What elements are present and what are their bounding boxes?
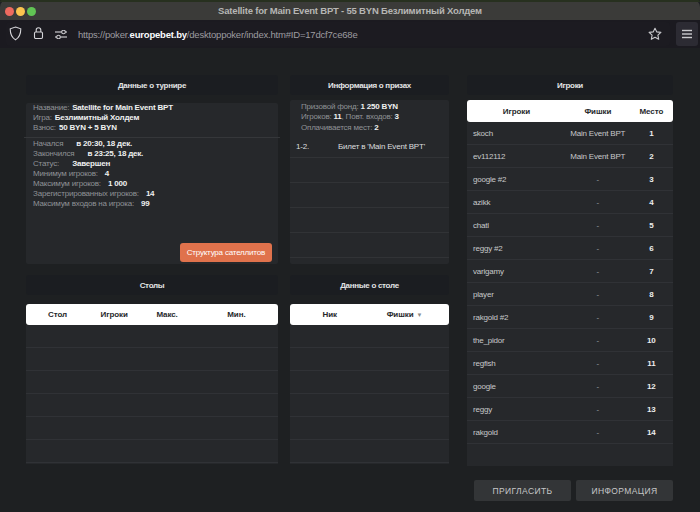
table-data-col-nick[interactable]: Ник bbox=[290, 310, 370, 319]
tournament-field: Максимум игроков:1 000 bbox=[33, 179, 271, 189]
tournament-panel-body: Название:Satellite for Main Event BPTИгр… bbox=[26, 103, 278, 264]
player-row[interactable]: reggy #2-6 bbox=[467, 237, 673, 260]
players-table-body: skochMain Event BPT1ev112112Main Event B… bbox=[467, 122, 673, 466]
empty-row bbox=[26, 325, 278, 348]
tournament-field: Название:Satellite for Main Event BPT bbox=[33, 103, 271, 113]
table-data-header: Ник Фишки▼ bbox=[290, 304, 449, 325]
table-data-panel-title: Данные о столе bbox=[290, 275, 449, 295]
tournament-field: Взнос:50 BYN + 5 BYN bbox=[33, 123, 271, 133]
prize-row[interactable] bbox=[290, 233, 449, 258]
prize-info-line: Оплачивается мест: 2 bbox=[301, 123, 438, 133]
browser-menu-button[interactable] bbox=[676, 22, 698, 46]
table-data-col-chips[interactable]: Фишки▼ bbox=[370, 310, 440, 319]
empty-row bbox=[290, 440, 449, 463]
prize-row[interactable]: 1-2.Билет в 'Main Event BPT' bbox=[290, 133, 449, 158]
tournament-field: Статус:Завершен bbox=[33, 159, 271, 169]
prize-info-line: Призовой фонд: 1 250 BYN bbox=[301, 102, 438, 112]
hamburger-menu-icon bbox=[681, 29, 693, 39]
tables-col-players[interactable]: Игроки bbox=[89, 310, 139, 319]
tournament-field: Закончилсяв 23:25, 18 дек. bbox=[33, 149, 271, 159]
prize-row[interactable] bbox=[290, 183, 449, 208]
permissions-sliders-icon[interactable] bbox=[54, 30, 68, 39]
tournament-field: Минимум игроков:4 bbox=[33, 169, 271, 179]
privacy-shield-icon[interactable] bbox=[9, 26, 22, 41]
tournament-field: Зарегистрированных игроков:14 bbox=[33, 189, 271, 199]
tables-panel-title: Столы bbox=[26, 275, 278, 295]
empty-row bbox=[290, 417, 449, 440]
prizes-panel-title: Информация о призах bbox=[290, 75, 449, 95]
player-row[interactable]: ev112112Main Event BPT2 bbox=[467, 145, 673, 168]
bookmark-star-icon[interactable] bbox=[648, 27, 662, 41]
tables-col-max[interactable]: Макс. bbox=[139, 310, 194, 319]
info-button[interactable]: ИНФОРМАЦИЯ bbox=[576, 480, 673, 501]
player-row[interactable]: player-8 bbox=[467, 283, 673, 306]
players-col-place[interactable]: Место bbox=[630, 107, 673, 116]
invite-button[interactable]: ПРИГЛАСИТЬ bbox=[474, 480, 571, 501]
lock-icon[interactable] bbox=[33, 26, 44, 40]
tournament-field: Максимум входов на игрока:99 bbox=[33, 199, 271, 209]
player-row[interactable]: google #2-3 bbox=[467, 168, 673, 191]
empty-row bbox=[26, 440, 278, 463]
players-col-players[interactable]: Игроки bbox=[467, 107, 566, 116]
players-panel-title: Игроки bbox=[467, 75, 673, 95]
prize-info-line: Игроков: 11, Повт. входов: 3 bbox=[301, 112, 438, 122]
browser-toolbar: https://poker.europebet.by/desktoppoker/… bbox=[0, 20, 700, 48]
window-titlebar: Satellite for Main Event BPT - 55 BYN Бе… bbox=[0, 0, 700, 20]
tournament-field: Началсяв 20:30, 18 дек. bbox=[33, 139, 271, 149]
player-row[interactable]: varigamy-7 bbox=[467, 260, 673, 283]
players-table-header: Игроки Фишки Место bbox=[467, 100, 673, 122]
player-row[interactable]: google-12 bbox=[467, 375, 673, 398]
empty-row bbox=[26, 348, 278, 371]
player-row[interactable]: skochMain Event BPT1 bbox=[467, 122, 673, 145]
player-row[interactable]: regfish-11 bbox=[467, 352, 673, 375]
desktop-edge bbox=[0, 0, 700, 2]
tables-table-header: Стол Игроки Макс. Мин. bbox=[26, 304, 278, 325]
window-title: Satellite for Main Event BPT - 55 BYN Бе… bbox=[0, 0, 700, 20]
sort-descending-icon: ▼ bbox=[416, 312, 422, 318]
tables-col-table[interactable]: Стол bbox=[26, 310, 89, 319]
empty-row bbox=[290, 371, 449, 394]
player-row[interactable]: azikk-4 bbox=[467, 191, 673, 214]
empty-row bbox=[290, 325, 449, 348]
player-row[interactable]: reggy-13 bbox=[467, 398, 673, 421]
player-row[interactable]: chatl-5 bbox=[467, 214, 673, 237]
player-row[interactable]: the_pidor-10 bbox=[467, 329, 673, 352]
player-row[interactable]: rakgold #2-9 bbox=[467, 306, 673, 329]
prizes-panel-body: Призовой фонд: 1 250 BYNИгроков: 11, Пов… bbox=[290, 100, 449, 264]
tournament-panel-title: Данные о турнире bbox=[26, 75, 278, 95]
prize-row[interactable] bbox=[290, 158, 449, 183]
tables-table-body bbox=[26, 325, 278, 464]
divider bbox=[24, 137, 280, 138]
empty-row bbox=[290, 348, 449, 371]
tournament-field: Игра:Безлимитный Холдем bbox=[33, 113, 271, 123]
empty-row bbox=[290, 394, 449, 417]
tables-col-min[interactable]: Мин. bbox=[195, 310, 278, 319]
table-data-body bbox=[290, 325, 449, 464]
satellite-structure-button[interactable]: Структура сателлитов bbox=[180, 243, 272, 262]
players-col-chips[interactable]: Фишки bbox=[566, 107, 630, 116]
empty-row bbox=[26, 371, 278, 394]
prize-row[interactable] bbox=[290, 208, 449, 233]
empty-row bbox=[26, 394, 278, 417]
empty-row bbox=[26, 417, 278, 440]
player-row[interactable]: rakgold-14 bbox=[467, 421, 673, 444]
url-text[interactable]: https://poker.europebet.by/desktoppoker/… bbox=[78, 22, 358, 46]
